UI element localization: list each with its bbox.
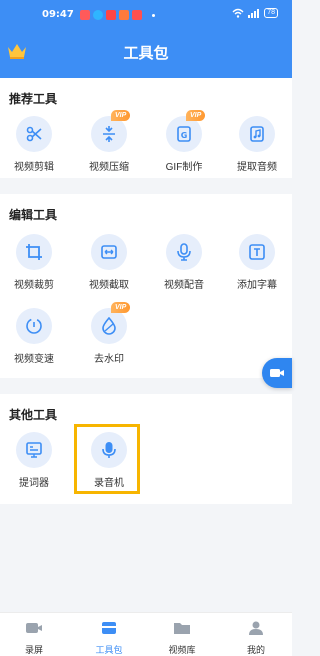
- vip-badge: VIP: [111, 302, 131, 313]
- notification-icon: [132, 10, 142, 20]
- tool-add-subtitle[interactable]: 添加字幕: [224, 234, 290, 291]
- tool-label: 提取音频: [237, 162, 277, 173]
- tool-extract-audio[interactable]: 提取音频: [224, 116, 290, 173]
- tool-video-crop[interactable]: 视频裁剪: [1, 234, 67, 291]
- user-icon: [249, 621, 263, 635]
- microphone-icon: [166, 234, 202, 270]
- music-icon: [239, 116, 275, 152]
- section-edit: 编辑工具 视频裁剪 视频截取 视频配音 添加字幕 视频变速 VIP 去水印: [0, 194, 292, 378]
- tool-video-edit[interactable]: 视频剪辑: [1, 116, 67, 173]
- tool-label: 添加字幕: [237, 280, 277, 291]
- tool-video-dubbing[interactable]: 视频配音: [151, 234, 217, 291]
- status-right: 78: [232, 8, 278, 18]
- nav-label: 我的: [246, 645, 265, 655]
- svg-text:G: G: [181, 131, 188, 140]
- notification-icon: [119, 10, 129, 20]
- crop-icon: [16, 234, 52, 270]
- status-time: 09:47: [42, 9, 74, 20]
- record-icon: [26, 623, 42, 633]
- tool-video-compress[interactable]: VIP 视频压缩: [76, 110, 142, 173]
- nav-item-toolbox[interactable]: 工具包: [84, 621, 134, 656]
- scissors-icon: [16, 116, 52, 152]
- tool-video-speed[interactable]: 视频变速: [1, 308, 67, 365]
- nav-label: 视频库: [168, 645, 196, 655]
- bottom-nav: 录屏 工具包 视频库 我的: [0, 612, 292, 656]
- notification-icon: [80, 10, 90, 20]
- section-title: 编辑工具: [9, 208, 58, 222]
- tool-label: 视频剪辑: [14, 162, 54, 173]
- nav-item-mine[interactable]: 我的: [231, 621, 281, 656]
- nav-item-record[interactable]: 录屏: [9, 621, 59, 656]
- vip-badge: VIP: [186, 110, 206, 121]
- page-title: 工具包: [123, 45, 169, 62]
- text-icon: [239, 234, 275, 270]
- tool-remove-watermark[interactable]: VIP 去水印: [76, 302, 142, 365]
- highlight-box: [74, 424, 140, 494]
- notification-icon: [93, 10, 103, 20]
- toolbox-icon: [102, 622, 116, 634]
- notification-icon: [106, 10, 116, 20]
- floating-record-button[interactable]: [262, 358, 292, 388]
- vip-badge: VIP: [111, 110, 131, 121]
- header-bar: 09:47 78 工具包: [0, 0, 292, 78]
- folder-icon: [174, 623, 190, 634]
- speed-icon: [16, 308, 52, 344]
- tool-video-trim[interactable]: 视频截取: [76, 234, 142, 291]
- section-other: 其他工具 提词器 录音机: [0, 394, 292, 504]
- tool-label: 提词器: [19, 478, 49, 489]
- tool-label: GIF制作: [165, 162, 203, 173]
- teleprompter-icon: [16, 432, 52, 468]
- section-recommended: 推荐工具 视频剪辑 VIP 视频压缩 G VIP GIF制作 提取音频: [0, 78, 292, 178]
- tool-label: 视频裁剪: [14, 280, 54, 291]
- tool-label: 视频截取: [89, 280, 129, 291]
- nav-label: 工具包: [95, 645, 123, 655]
- nav-label: 录屏: [24, 645, 43, 655]
- wifi-icon: [232, 8, 244, 18]
- nav-item-video-library[interactable]: 视频库: [157, 621, 207, 656]
- gif-icon: G VIP: [166, 110, 206, 152]
- trim-icon: [91, 234, 127, 270]
- tool-label: 视频配音: [164, 280, 204, 291]
- video-camera-icon: [270, 369, 284, 377]
- section-title: 其他工具: [9, 408, 58, 422]
- tool-label: 视频变速: [14, 354, 54, 365]
- tool-gif-maker[interactable]: G VIP GIF制作: [151, 110, 217, 173]
- section-title: 推荐工具: [9, 92, 58, 106]
- compress-icon: VIP: [91, 110, 131, 152]
- tool-label: 去水印: [94, 354, 124, 365]
- battery-icon: 78: [264, 8, 278, 18]
- signal-icon: [248, 9, 260, 18]
- status-bar: 09:47 78: [0, 6, 292, 26]
- tool-teleprompter[interactable]: 提词器: [1, 432, 67, 489]
- droplet-icon: VIP: [91, 302, 131, 344]
- more-dot-icon: [152, 14, 155, 17]
- tool-label: 视频压缩: [89, 162, 129, 173]
